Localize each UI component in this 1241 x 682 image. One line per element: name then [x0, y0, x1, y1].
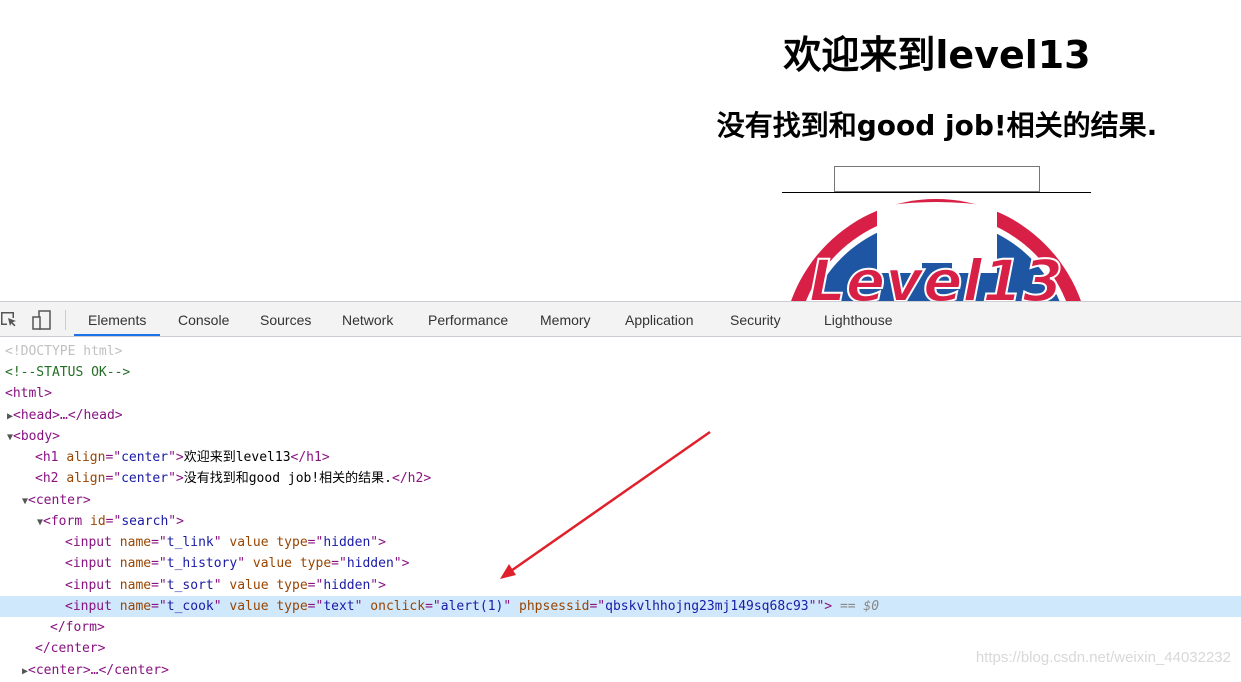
search-input[interactable]	[834, 166, 1040, 192]
dom-node-input-t-sort[interactable]: <input name="t_sort" value type="hidden"…	[0, 575, 1241, 596]
dom-node-head[interactable]: ▶<head>…</head>	[0, 405, 1241, 426]
tab-security[interactable]: Security	[716, 302, 795, 336]
level13-logo: Level13	[791, 199, 1081, 301]
web-page: 欢迎来到level13 没有找到和good job!相关的结果. Level13	[0, 0, 1241, 301]
comment-text: <!--STATUS OK-->	[5, 365, 131, 380]
svg-text:Level13: Level13	[809, 247, 1063, 301]
tab-console[interactable]: Console	[164, 302, 243, 336]
selected-node-marker: == $0	[839, 599, 880, 614]
tab-elements[interactable]: Elements	[74, 302, 161, 336]
h2-text: 没有找到和good job!相关的结果.	[183, 471, 393, 486]
dom-node-form[interactable]: ▼<form id="search">	[0, 511, 1241, 532]
tag-text: <center>…</center>	[28, 663, 169, 678]
tag-text: <html>	[5, 386, 52, 401]
tag-text: </center>	[35, 641, 106, 656]
dom-node-h1[interactable]: <h1 align="center">欢迎来到level13</h1>	[0, 447, 1241, 468]
inspect-element-icon[interactable]	[0, 310, 18, 328]
dom-node-form-close[interactable]: </form>	[0, 617, 1241, 638]
tab-performance[interactable]: Performance	[414, 302, 522, 336]
tab-lighthouse[interactable]: Lighthouse	[810, 302, 907, 336]
tab-application[interactable]: Application	[611, 302, 708, 336]
phpsessid-value: qbskvlhhojng23mj149sq68c93	[605, 599, 809, 614]
toolbar-separator	[65, 310, 66, 330]
watermark: https://blog.csdn.net/weixin_44032232	[975, 649, 1231, 666]
tab-memory[interactable]: Memory	[526, 302, 605, 336]
devtools-panel: Elements Console Sources Network Perform…	[0, 301, 1241, 678]
dom-node-input-t-link[interactable]: <input name="t_link" value type="hidden"…	[0, 532, 1241, 553]
dom-node-input-t-history[interactable]: <input name="t_history" value type="hidd…	[0, 553, 1241, 574]
tag-text: <body>	[13, 429, 60, 444]
tag-text: </form>	[50, 620, 105, 635]
tab-sources[interactable]: Sources	[246, 302, 325, 336]
dom-node-center[interactable]: ▼<center>	[0, 490, 1241, 511]
tab-network[interactable]: Network	[328, 302, 407, 336]
device-toolbar-icon[interactable]	[32, 310, 52, 330]
tag-text: <head>…</head>	[13, 408, 123, 423]
h1-text: 欢迎来到level13	[183, 450, 291, 465]
dom-node-input-t-cook-selected[interactable]: <input name="t_cook" value type="text" o…	[0, 596, 1241, 617]
devtools-tab-bar: Elements Console Sources Network Perform…	[0, 302, 1241, 337]
dom-node-html[interactable]: <html>	[0, 383, 1241, 404]
dom-node-h2[interactable]: <h2 align="center">没有找到和good job!相关的结果.<…	[0, 468, 1241, 489]
dom-node-comment[interactable]: <!--STATUS OK-->	[0, 362, 1241, 383]
search-result-heading: 没有找到和good job!相关的结果.	[716, 109, 1158, 142]
dom-node-doctype[interactable]: <!DOCTYPE html>	[0, 341, 1241, 362]
dom-node-body[interactable]: ▼<body>	[0, 426, 1241, 447]
page-heading: 欢迎来到level13	[783, 33, 1091, 77]
doctype-text: <!DOCTYPE html>	[5, 344, 123, 359]
